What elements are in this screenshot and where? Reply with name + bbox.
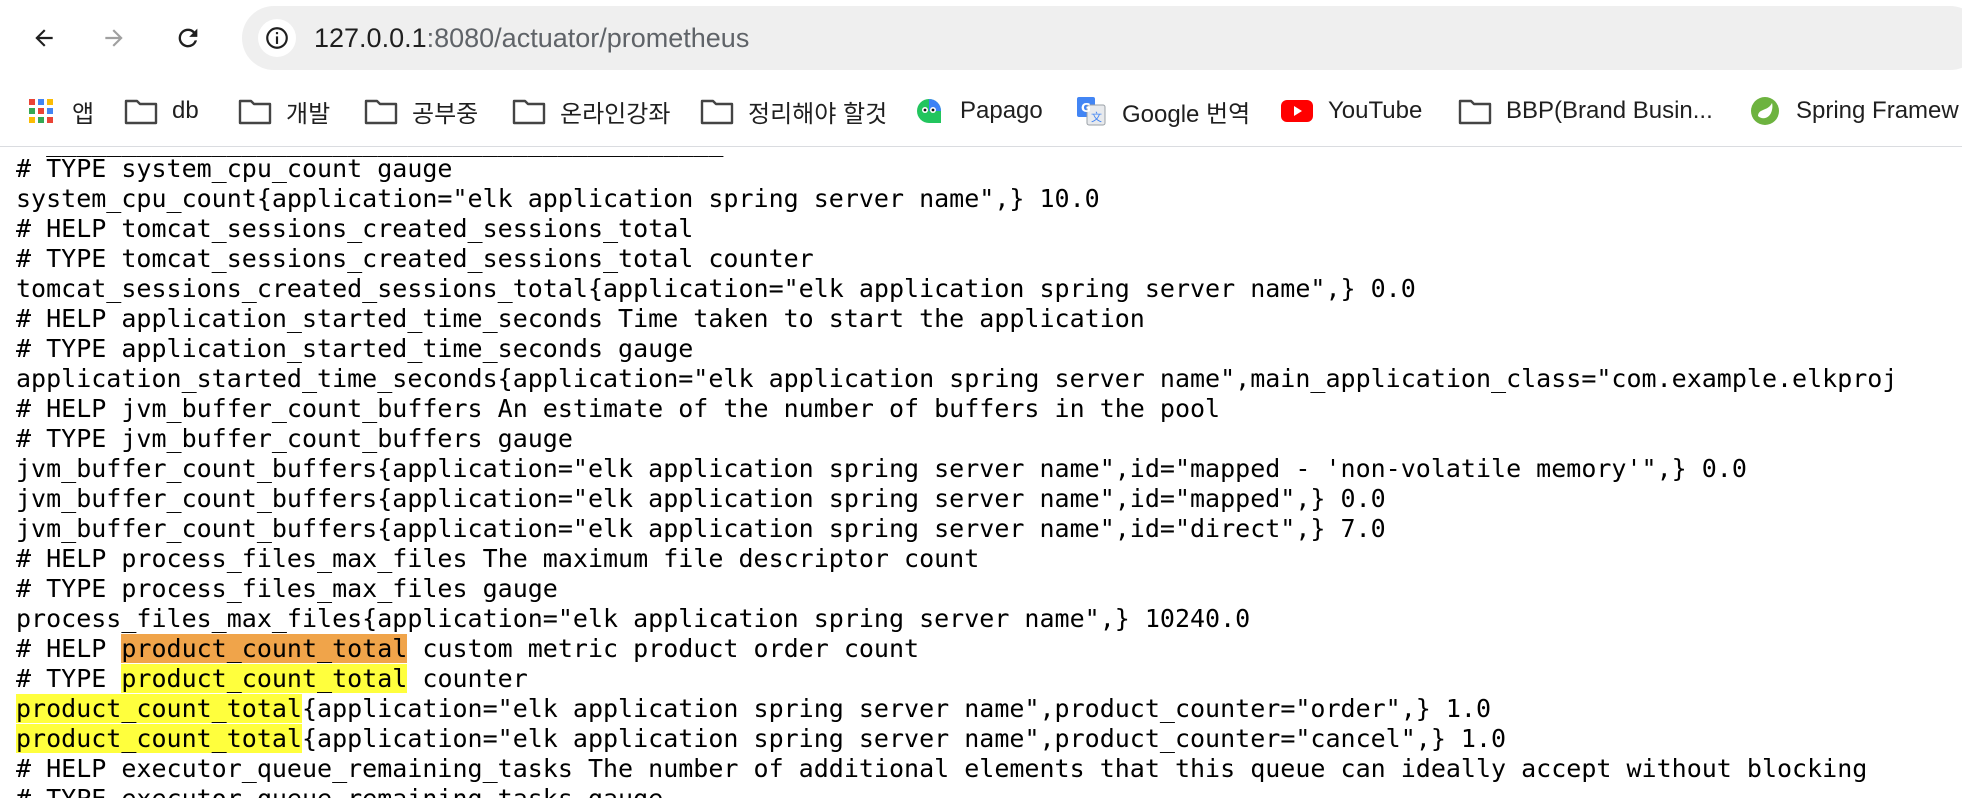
text-line: system_cpu_count{application="elk applic… <box>16 184 1100 213</box>
text-line: # HELP tomcat_sessions_created_sessions_… <box>16 214 694 243</box>
bookmark-google-translate[interactable]: G文 Google 번역 <box>1074 76 1250 146</box>
folder-icon <box>364 94 398 128</box>
search-highlight: product_count_total <box>16 724 302 753</box>
back-button[interactable] <box>22 16 66 60</box>
google-translate-icon: G文 <box>1074 94 1108 128</box>
bookmarks-bar: 앱 db 개발 공부중 온라인강좌 정리해야 할것 Papago G文 Goog… <box>0 76 1962 147</box>
bookmark-apps[interactable]: 앱 <box>24 76 94 146</box>
bookmark-label: 앱 <box>72 100 95 128</box>
back-arrow-icon <box>35 29 53 47</box>
text-line: # HELP application_started_time_seconds … <box>16 304 1145 333</box>
url-host: 127.0.0.1 <box>314 23 427 53</box>
text-line: jvm_buffer_count_buffers{application="el… <box>16 484 1386 513</box>
forward-button[interactable] <box>92 16 136 60</box>
bookmark-label: YouTube <box>1328 97 1423 124</box>
line-rest: {application="elk application spring ser… <box>301 694 1492 723</box>
papago-icon <box>912 94 946 128</box>
text-line: # TYPE application_started_time_seconds … <box>16 334 694 363</box>
folder-icon <box>124 94 158 128</box>
folder-icon <box>1458 94 1492 128</box>
bookmark-label: 개발 <box>286 100 331 128</box>
bookmark-folder-studying[interactable]: 공부중 <box>364 76 478 146</box>
line-prefix: # HELP <box>16 634 122 663</box>
line-prefix: # TYPE <box>16 664 122 693</box>
text-line: application_started_time_seconds{applica… <box>16 364 1898 393</box>
apps-grid-icon <box>24 94 58 128</box>
folder-icon <box>700 94 734 128</box>
bookmark-spring[interactable]: Spring Framew <box>1748 76 1959 146</box>
text-line: # HELP jvm_buffer_count_buffers An estim… <box>16 394 1221 423</box>
text-line: # HELP process_files_max_files The maxim… <box>16 544 980 573</box>
reload-button[interactable] <box>166 16 210 60</box>
line-rest: custom metric product order count <box>407 634 920 663</box>
text-line-type-product: # TYPE product_count_total counter <box>16 664 528 694</box>
spring-icon <box>1748 94 1782 128</box>
address-bar[interactable]: 127.0.0.1:8080/actuator/prometheus <box>242 6 1962 70</box>
line-rest: counter <box>407 664 528 693</box>
text-line: process_files_max_files{application="elk… <box>16 604 1251 633</box>
search-highlight-active: product_count_total <box>121 634 408 663</box>
bookmark-label: Spring Framew <box>1796 97 1959 124</box>
youtube-icon <box>1280 94 1314 128</box>
bookmark-folder-to-organize[interactable]: 정리해야 할것 <box>700 76 887 146</box>
text-line: jvm_buffer_count_buffers{application="el… <box>16 454 1747 483</box>
reload-icon <box>178 28 198 48</box>
bookmark-label: 온라인강좌 <box>560 100 671 128</box>
bookmark-label: 정리해야 할것 <box>748 100 888 128</box>
prometheus-metrics-text: ________________________________________… <box>0 147 1962 798</box>
text-line: tomcat_sessions_created_sessions_total{a… <box>16 274 1416 303</box>
text-line: # TYPE tomcat_sessions_created_sessions_… <box>16 244 814 273</box>
bookmark-folder-db[interactable]: db <box>124 76 199 146</box>
url-path: :8080/actuator/prometheus <box>426 23 750 53</box>
text-line: # TYPE executor_queue_remaining_tasks ga… <box>16 784 663 798</box>
text-line-product-order: product_count_total{application="elk app… <box>16 694 1491 724</box>
bookmark-label: BBP(Brand Busin... <box>1506 97 1713 124</box>
bookmark-label: 공부중 <box>412 100 479 128</box>
search-highlight: product_count_total <box>121 664 408 693</box>
text-line: jvm_buffer_count_buffers{application="el… <box>16 514 1386 543</box>
forward-arrow-icon <box>105 29 123 47</box>
text-line: # TYPE process_files_max_files gauge <box>16 574 558 603</box>
bookmark-youtube[interactable]: YouTube <box>1280 76 1422 146</box>
text-line-product-cancel: product_count_total{application="elk app… <box>16 724 1506 754</box>
bookmark-papago[interactable]: Papago <box>912 76 1043 146</box>
text-line: # TYPE system_cpu_count gauge <box>16 154 453 183</box>
bookmark-label: Papago <box>960 97 1043 124</box>
bookmark-folder-bbp[interactable]: BBP(Brand Busin... <box>1458 76 1713 146</box>
text-line: # HELP executor_queue_remaining_tasks Th… <box>16 754 1868 783</box>
folder-icon <box>512 94 546 128</box>
bookmark-folder-online-courses[interactable]: 온라인강좌 <box>512 76 670 146</box>
search-highlight: product_count_total <box>16 694 302 723</box>
bookmark-folder-dev[interactable]: 개발 <box>238 76 330 146</box>
line-rest: {application="elk application spring ser… <box>301 724 1507 753</box>
text-line: # TYPE jvm_buffer_count_buffers gauge <box>16 424 573 453</box>
folder-icon <box>238 94 272 128</box>
svg-text:文: 文 <box>1091 110 1102 124</box>
url-text[interactable]: 127.0.0.1:8080/actuator/prometheus <box>314 6 749 70</box>
browser-toolbar: 127.0.0.1:8080/actuator/prometheus <box>0 0 1962 76</box>
bookmark-label: Google 번역 <box>1122 100 1251 128</box>
text-line-help-product: # HELP product_count_total custom metric… <box>16 634 919 664</box>
site-info-icon[interactable] <box>258 19 296 57</box>
bookmark-label: db <box>172 97 199 124</box>
svg-text:G: G <box>1081 101 1091 115</box>
